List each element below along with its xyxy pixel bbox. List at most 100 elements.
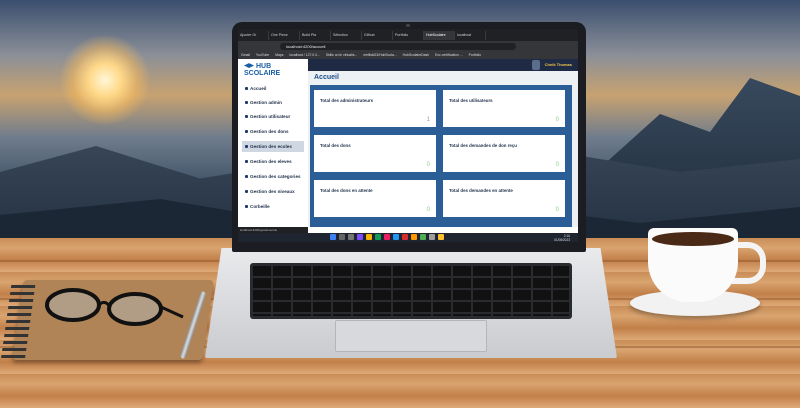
gift-icon — [245, 130, 248, 134]
url-input[interactable]: localhost:4200/accueil — [280, 42, 516, 50]
task-view-icon[interactable] — [348, 234, 354, 240]
stat-card-label: Total des administrateurs — [320, 98, 374, 103]
stat-card: Total des utilisateurs 0 — [443, 90, 565, 127]
app-icon[interactable] — [429, 234, 435, 240]
app-icon[interactable] — [402, 234, 408, 240]
stat-card-value: 0 — [555, 162, 559, 168]
sidebar-item-label: Corbeille — [250, 204, 270, 209]
stat-card-label: Total des dons en attente — [320, 188, 373, 193]
browser-tab[interactable]: Ajouter Gr — [238, 31, 269, 40]
stat-card: Total des dons en attente 0 — [314, 180, 436, 217]
bookmark[interactable]: Maps — [272, 51, 286, 59]
app-logo[interactable]: HUB SCOLAIRE — [244, 63, 308, 77]
touchpad — [335, 320, 487, 352]
webcam — [406, 24, 410, 27]
sidebar-item-gestion-dons[interactable]: Gestion des dons — [242, 126, 304, 137]
stat-card: Total des administrateurs 1 — [314, 90, 436, 127]
browser-tab[interactable]: Build Pla — [300, 31, 331, 40]
stat-card-label: Total des demandes en attente — [449, 188, 513, 193]
stat-card: Total des demandes en attente 0 — [443, 180, 565, 217]
glasses-icon — [45, 288, 184, 326]
stat-card-value: 0 — [426, 207, 430, 213]
graduation-cap-icon — [244, 63, 254, 68]
browser-tab[interactable]: Github — [362, 31, 393, 40]
browser-tab[interactable]: Portfolio — [393, 31, 424, 40]
sidebar-item-accueil[interactable]: Accueil — [242, 83, 304, 94]
browser-tab[interactable]: Sélection — [331, 31, 362, 40]
app-icon[interactable] — [438, 234, 444, 240]
trash-icon — [245, 205, 248, 209]
bookmarks-bar: Gmail YouTube Maps localhost / 127.0.0..… — [238, 51, 578, 59]
page-title: Accueil — [314, 74, 339, 81]
sidebar-item-corbeille[interactable]: Corbeille — [242, 201, 304, 212]
bookmark[interactable]: HubScolaireDash — [400, 51, 432, 59]
school-icon — [245, 145, 248, 149]
sidebar-item-gestion-utilisateur[interactable]: Gestion utilisateur — [242, 111, 304, 122]
coffee — [652, 232, 734, 246]
laptop-screen: Ajouter Gr One Piece Build Pla Sélection… — [238, 29, 578, 242]
taskbar-icons — [330, 234, 444, 241]
clock-date: 01/08/2023 — [554, 237, 570, 242]
stat-card-label: Total des demandes de don reçu — [449, 143, 517, 148]
stat-card: Total des dons 0 — [314, 135, 436, 172]
stat-card-label: Total des utilisateurs — [449, 98, 493, 103]
stats-panel: Total des administrateurs 1 Total des ut… — [310, 85, 572, 227]
hub-scolaire-app: HUB SCOLAIRE Accueil Gestion admin Gesti… — [238, 59, 578, 227]
level-icon — [245, 190, 248, 194]
vscode-icon[interactable] — [393, 234, 399, 240]
sidebar-item-gestion-niveaux[interactable]: Gestion des niveaux — [242, 186, 304, 197]
search-icon[interactable] — [339, 234, 345, 240]
bookmark[interactable]: Ecc certification ... — [432, 51, 466, 59]
users-icon — [245, 115, 248, 119]
sidebar-item-gestion-admin[interactable]: Gestion admin — [242, 97, 304, 108]
bookmark[interactable]: Gmail — [238, 51, 253, 59]
bookmark[interactable]: YouTube — [253, 51, 272, 59]
browser-tab-active[interactable]: HubScolaire — [424, 31, 455, 40]
app-icon[interactable] — [384, 234, 390, 240]
taskbar: 2:16 01/08/2023 — [238, 233, 578, 242]
sidebar-item-label: Gestion des dons — [250, 129, 289, 134]
keyboard-keys — [253, 266, 569, 316]
chrome-icon[interactable] — [375, 234, 381, 240]
browser-tab[interactable]: localhost — [455, 31, 486, 40]
taskbar-clock[interactable]: 2:16 01/08/2023 — [554, 234, 570, 242]
sidebar-item-label: Gestion admin — [250, 100, 282, 105]
app-icon[interactable] — [420, 234, 426, 240]
sidebar-item-label: Gestion des niveaux — [250, 189, 295, 194]
sidebar-item-gestion-ecoles[interactable]: Gestion des ecoles — [242, 141, 304, 152]
bookmark[interactable]: Skills on le virtualis... — [323, 51, 360, 59]
user-icon — [245, 101, 248, 105]
sidebar-item-gestion-categories[interactable]: Gestion des categories — [242, 171, 304, 182]
sidebar-item-label: Gestion des eleves — [250, 159, 292, 164]
stat-card-value: 0 — [426, 162, 430, 168]
app-icon[interactable] — [357, 234, 363, 240]
stat-card-label: Total des dons — [320, 143, 351, 148]
browser-tab-strip: Ajouter Gr One Piece Build Pla Sélection… — [238, 29, 578, 41]
folder-icon[interactable] — [366, 234, 372, 240]
bookmark[interactable]: Portfolio — [466, 51, 484, 59]
user-name[interactable]: Cheik Thomas — [545, 62, 572, 67]
sun — [60, 35, 150, 125]
sidebar-item-label: Accueil — [250, 86, 267, 91]
top-bar: Cheik Thomas — [308, 59, 578, 71]
main-content: Accueil Total des administrateurs 1 Tota… — [308, 71, 578, 227]
user-avatar-icon[interactable] — [532, 60, 540, 70]
sidebar-item-label: Gestion utilisateur — [250, 114, 291, 119]
stat-card-value: 1 — [426, 117, 430, 123]
bookmark[interactable]: melliski23/HubScola... — [360, 51, 399, 59]
sidebar: HUB SCOLAIRE Accueil Gestion admin Gesti… — [238, 59, 309, 227]
address-bar: localhost:4200/accueil — [238, 41, 578, 51]
category-icon — [245, 175, 248, 179]
home-icon — [245, 87, 248, 91]
sidebar-item-label: Gestion des categories — [250, 174, 301, 179]
sidebar-item-label: Gestion des ecoles — [250, 144, 292, 149]
stat-card: Total des demandes de don reçu 0 — [443, 135, 565, 172]
student-icon — [245, 160, 248, 164]
windows-start-icon[interactable] — [330, 234, 336, 240]
sidebar-item-gestion-eleves[interactable]: Gestion des eleves — [242, 156, 304, 167]
bookmark[interactable]: localhost / 127.0.0... — [286, 51, 322, 59]
app-icon[interactable] — [411, 234, 417, 240]
stat-card-value: 0 — [555, 117, 559, 123]
stat-card-value: 0 — [555, 207, 559, 213]
browser-tab[interactable]: One Piece — [269, 31, 300, 40]
